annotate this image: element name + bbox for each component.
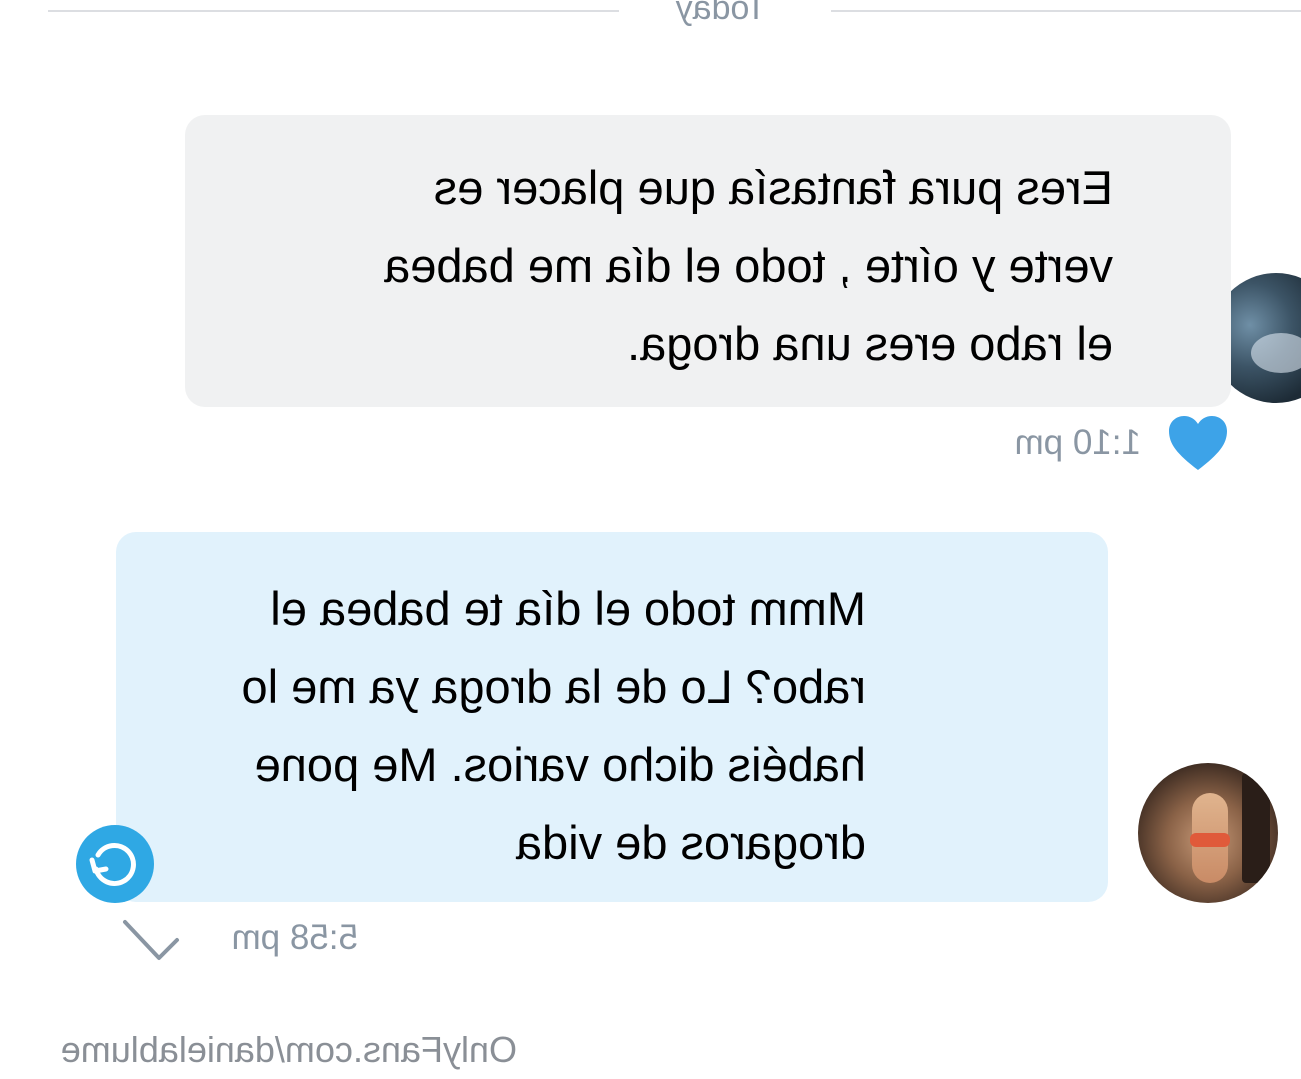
message-text-line: el rabo eres una droga. — [627, 317, 1113, 370]
refresh-icon — [89, 843, 136, 886]
check-icon — [123, 920, 179, 960]
message-text-line: drogaros de vida — [515, 816, 866, 869]
message-text-line: habéis dicho varios. Me pone — [254, 738, 866, 791]
message-text-line: rabo? Lo de la droga ya me lo — [241, 660, 866, 713]
message-text-line: verte y oírte , todo el día me babea — [384, 239, 1113, 292]
message-time: 5:58 pm — [231, 918, 358, 957]
date-divider-line-right — [48, 10, 619, 12]
watermark: OnlyFans.com/danielablume — [60, 1029, 517, 1070]
heart-icon[interactable] — [1167, 414, 1229, 472]
date-divider-line-left — [831, 10, 1301, 12]
own-avatar[interactable] — [1138, 763, 1278, 903]
chat-view: Today Eres pura fantasía que placer es v… — [0, 0, 1301, 1079]
message-time: 1:10 pm — [1014, 423, 1141, 462]
message-text-line: Eres pura fantasía que placer es — [433, 161, 1113, 214]
message-text-line: Mmm todo el día te babea el — [270, 582, 866, 635]
date-divider-label: Today — [675, 0, 767, 27]
avatar-photo-detail — [1190, 833, 1230, 847]
avatar-photo — [1251, 333, 1301, 373]
message-bubble-received[interactable]: Eres pura fantasía que placer es verte y… — [185, 115, 1231, 407]
message-bubble-sent[interactable]: Mmm todo el día te babea el rabo? Lo de … — [116, 532, 1108, 902]
resend-button[interactable] — [76, 825, 154, 903]
avatar-photo-frame — [1242, 773, 1270, 883]
